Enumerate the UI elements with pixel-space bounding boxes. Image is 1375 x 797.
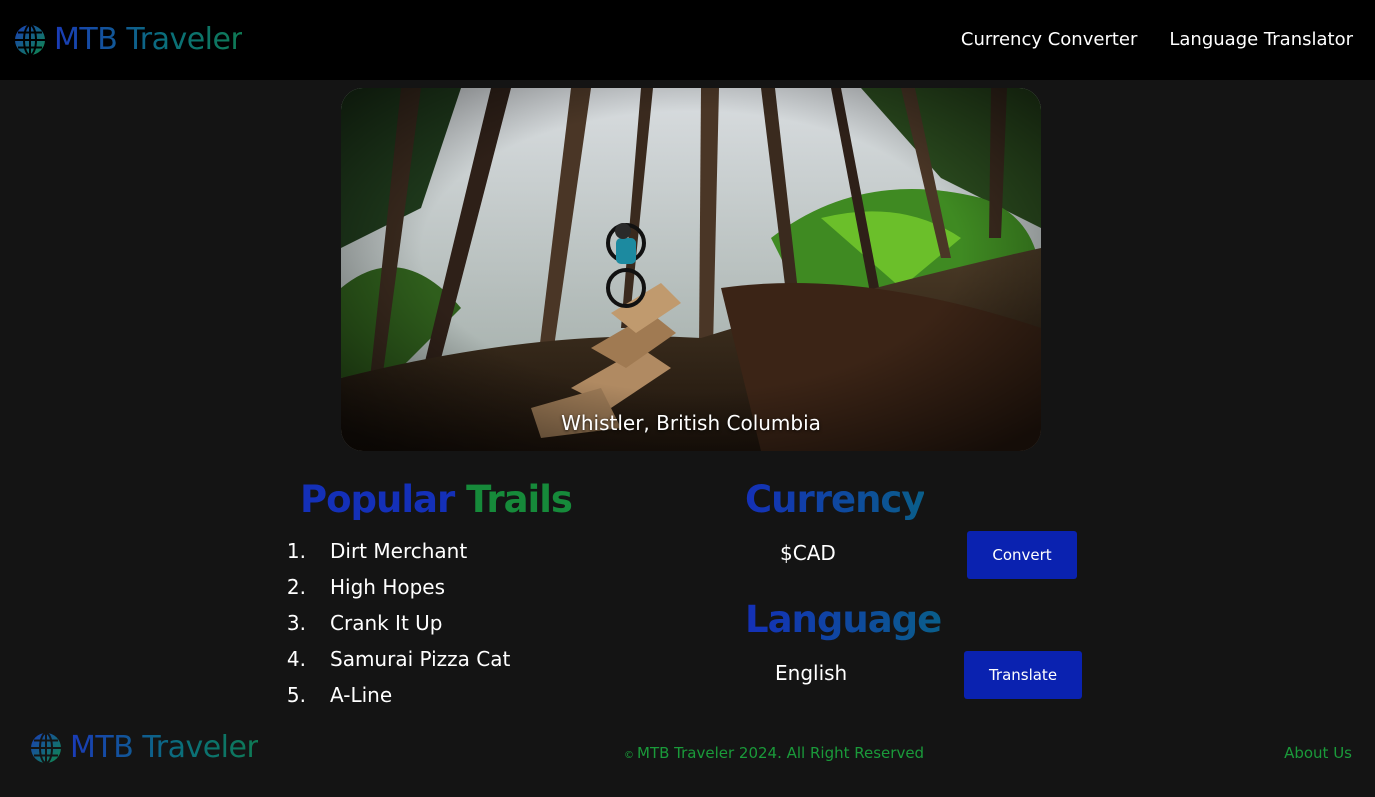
language-heading: Language: [745, 598, 942, 641]
list-item: 2. High Hopes: [282, 569, 510, 605]
popular-trails-heading: Popular Trails: [300, 478, 573, 522]
nav-currency-converter[interactable]: Currency Converter: [961, 28, 1137, 52]
footer-brand-logo[interactable]: MTB Traveler: [30, 730, 259, 766]
trail-name: A-Line: [330, 683, 393, 707]
trail-number: 5.: [286, 683, 306, 707]
list-item: 1. Dirt Merchant: [282, 533, 510, 569]
convert-button[interactable]: Convert: [967, 531, 1077, 579]
language-value: English: [775, 661, 848, 685]
brand-logo[interactable]: MTB Traveler: [14, 22, 243, 58]
about-us-link[interactable]: About Us: [1284, 744, 1352, 762]
main-nav: Currency Converter Language Translator: [961, 28, 1353, 52]
trail-number: 2.: [286, 575, 306, 599]
hero-caption: Whistler, British Columbia: [561, 411, 821, 435]
heading-word-popular: Popular: [300, 478, 455, 521]
copyright-symbol: ©: [624, 750, 634, 761]
trail-name: Dirt Merchant: [330, 539, 468, 563]
hero-image: Whistler, British Columbia: [341, 88, 1041, 451]
currency-heading: Currency: [745, 478, 925, 521]
forest-photo-icon: [341, 88, 1041, 451]
trail-name: Samurai Pizza Cat: [330, 647, 511, 671]
footer-brand-name: MTB Traveler: [70, 730, 259, 765]
list-item: 3. Crank It Up: [282, 605, 510, 641]
trail-number: 4.: [286, 647, 306, 671]
trail-list: 1. Dirt Merchant 2. High Hopes 3. Crank It …: [282, 533, 510, 713]
brand-name: MTB Traveler: [54, 22, 243, 57]
globe-icon: [15, 24, 45, 56]
trail-name: Crank It Up: [330, 611, 443, 635]
copyright-label: MTB Traveler 2024. All Right Reserved: [637, 744, 925, 762]
nav-language-translator[interactable]: Language Translator: [1169, 28, 1353, 52]
list-item: 5. A-Line: [282, 677, 510, 713]
currency-value: $CAD: [780, 541, 836, 565]
list-item: 4. Samurai Pizza Cat: [282, 641, 510, 677]
trail-number: 3.: [286, 611, 306, 635]
copyright-text: © MTB Traveler 2024. All Right Reserved: [624, 744, 924, 762]
translate-button[interactable]: Translate: [964, 651, 1082, 699]
trail-name: High Hopes: [330, 575, 446, 599]
top-navbar: MTB Traveler Currency Converter Language…: [0, 0, 1375, 80]
globe-icon: [31, 732, 61, 764]
trail-number: 1.: [286, 539, 306, 563]
heading-word-trails: Trails: [466, 478, 573, 521]
